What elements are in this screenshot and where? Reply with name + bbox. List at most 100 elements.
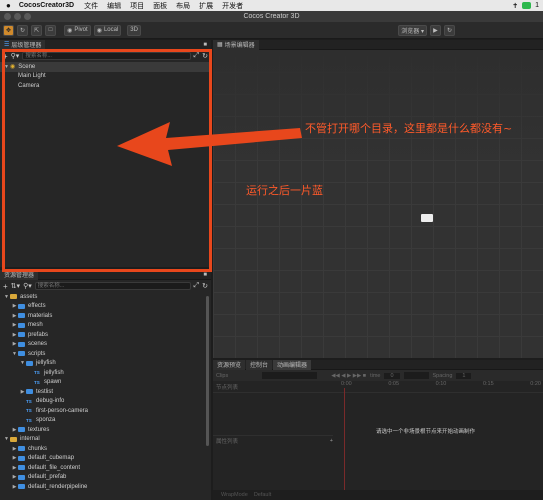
close-window-icon[interactable] xyxy=(4,13,11,20)
move-tool-button[interactable]: ✥ xyxy=(3,24,15,36)
asset-item[interactable]: ▼ assets xyxy=(0,292,211,302)
menu-developer[interactable]: 开发者 xyxy=(222,1,243,11)
expand-triangle-icon[interactable]: ▶ xyxy=(11,446,18,452)
asset-item[interactable]: ▶ default_cubemap xyxy=(0,454,211,464)
animation-toolbar: Clips ◀◀ ◀ ▶ ▶▶ ■ time 0 Spacing 1 xyxy=(213,370,543,381)
refresh-icon[interactable]: ↻ xyxy=(202,282,208,290)
typescript-icon: TS xyxy=(26,417,32,423)
folder-icon xyxy=(18,484,25,490)
preview-platform-select[interactable]: 浏览器 ▾ xyxy=(398,24,427,36)
menu-project[interactable]: 项目 xyxy=(130,1,144,11)
local-toggle[interactable]: ◉ Local xyxy=(93,24,122,36)
asset-item-label: jellyfish xyxy=(44,369,64,376)
asset-item[interactable]: ▶ default_prefab xyxy=(0,473,211,483)
zoom-window-icon[interactable] xyxy=(24,13,31,20)
asset-item[interactable]: ▶ testlist xyxy=(0,387,211,397)
expand-triangle-icon[interactable]: ▶ xyxy=(11,455,18,461)
time-input[interactable]: 0 xyxy=(384,372,400,379)
menu-layout[interactable]: 布局 xyxy=(176,1,190,11)
asset-item[interactable]: ▶ chunks xyxy=(0,444,211,454)
asset-item[interactable]: TS debug-info xyxy=(0,397,211,407)
play-button[interactable]: ▶ xyxy=(429,24,441,36)
scene-viewport[interactable] xyxy=(213,50,543,358)
panel-menu-icon[interactable]: ■ xyxy=(203,272,207,278)
tab-label: 动画编辑器 xyxy=(277,363,308,369)
sample-select[interactable] xyxy=(403,372,429,379)
ruler-tick: 0:00 xyxy=(341,381,352,387)
assets-scrollbar[interactable] xyxy=(206,296,209,446)
menu-extension[interactable]: 扩展 xyxy=(199,1,213,11)
asset-item[interactable]: ▶ textures xyxy=(0,425,211,435)
asset-item[interactable]: ▶ mesh xyxy=(0,321,211,331)
bluetooth-icon[interactable]: ✝ xyxy=(512,2,518,10)
rotate-tool-button[interactable]: ↻ xyxy=(17,24,29,36)
time-label: time xyxy=(370,372,381,379)
expand-triangle-icon[interactable]: ▶ xyxy=(11,427,18,433)
asset-item[interactable]: ▶ materials xyxy=(0,311,211,321)
add-asset-button[interactable]: + xyxy=(3,282,8,291)
collapse-triangle-icon[interactable]: ▼ xyxy=(3,436,10,442)
tab-asset-preview[interactable]: 资源预览 xyxy=(213,359,246,370)
asset-item[interactable]: ▼ scripts xyxy=(0,349,211,359)
animation-empty-message: 请选中一个非场景根节点来开始动画制作 xyxy=(376,429,476,435)
menu-panel[interactable]: 面板 xyxy=(153,1,167,11)
app-menu[interactable]: CocosCreator3D xyxy=(19,2,74,9)
expand-triangle-icon[interactable]: ▶ xyxy=(19,389,26,395)
expand-triangle-icon[interactable]: ▶ xyxy=(11,465,18,471)
anim-controls-icon[interactable]: ◀◀ ◀ ▶ ▶▶ ■ xyxy=(331,373,366,379)
asset-item[interactable]: TS sponza xyxy=(0,416,211,426)
wechat-icon[interactable] xyxy=(522,2,532,9)
tab-animation-editor[interactable]: 动画编辑器 xyxy=(273,359,312,370)
collapse-triangle-icon[interactable]: ▼ xyxy=(3,294,10,300)
ruler[interactable]: 0:00 0:05 0:10 0:15 0:20 xyxy=(341,381,541,387)
mode-3d-button[interactable]: 3D xyxy=(127,24,141,36)
refresh-button[interactable]: ↻ xyxy=(443,24,455,36)
asset-item[interactable]: TS spawn xyxy=(0,378,211,388)
asset-item[interactable]: ▶ prefabs xyxy=(0,330,211,340)
node-list-header: 节点列表 0:00 0:05 0:10 0:15 0:20 xyxy=(213,381,543,393)
tab-scene-editor[interactable]: ▦ 场景编辑器 xyxy=(213,39,259,50)
asset-item[interactable]: ▶ effects xyxy=(0,302,211,312)
tab-console[interactable]: 控制台 xyxy=(246,359,273,370)
minimize-window-icon[interactable] xyxy=(14,13,21,20)
clips-select[interactable] xyxy=(262,372,318,379)
panel-menu-icon[interactable]: ■ xyxy=(203,42,207,48)
menu-edit[interactable]: 编辑 xyxy=(107,1,121,11)
notification-badge[interactable]: 1 xyxy=(535,2,539,9)
assets-tree: ▼ assets ▶ effects ▶ materials ▶ mesh ▶ prefabs ▶ s… xyxy=(0,292,211,492)
expand-triangle-icon[interactable]: ▶ xyxy=(11,341,18,347)
sort-icon[interactable]: ⇅▾ xyxy=(11,282,20,290)
spacing-input[interactable]: 1 xyxy=(456,372,472,379)
camera-gizmo-icon[interactable] xyxy=(421,214,433,222)
search-icon[interactable]: ⚲▾ xyxy=(23,282,32,290)
typescript-icon: TS xyxy=(26,408,32,414)
asset-item[interactable]: ▶ default_renderpipeline xyxy=(0,482,211,492)
tab-hierarchy[interactable]: ☰ 层级管理器 xyxy=(0,39,46,50)
assets-search-input[interactable]: 搜索名称... xyxy=(34,282,191,290)
asset-item[interactable]: ▶ default_file_content xyxy=(0,463,211,473)
asset-item[interactable]: ▼ jellyfish xyxy=(0,359,211,369)
asset-item[interactable]: ▶ scenes xyxy=(0,340,211,350)
expand-triangle-icon[interactable]: ▶ xyxy=(11,484,18,490)
collapse-all-icon[interactable]: ⤢ xyxy=(194,282,200,290)
wrapmode-select[interactable]: Default xyxy=(254,492,271,498)
folder-icon xyxy=(18,446,25,452)
expand-triangle-icon[interactable]: ▶ xyxy=(11,303,18,309)
playhead-line[interactable] xyxy=(344,388,345,492)
scale-tool-button[interactable]: ⇱ xyxy=(31,24,43,36)
menu-file[interactable]: 文件 xyxy=(84,1,98,11)
pivot-toggle[interactable]: ◉ Pivot xyxy=(64,24,91,36)
rect-tool-button[interactable]: □ xyxy=(45,24,57,36)
asset-item[interactable]: TS first-person-camera xyxy=(0,406,211,416)
asset-item[interactable]: ▼ internal xyxy=(0,435,211,445)
apple-icon[interactable]: ● xyxy=(6,1,11,10)
expand-triangle-icon[interactable]: ▶ xyxy=(11,313,18,319)
add-property-button[interactable]: + xyxy=(330,438,333,444)
main-toolbar: ✥ ↻ ⇱ □ ◉ Pivot ◉ Local 3D 浏览器 ▾ ▶ ↻ xyxy=(0,22,543,39)
asset-item[interactable]: TS jellyfish xyxy=(0,368,211,378)
collapse-triangle-icon[interactable]: ▼ xyxy=(11,351,18,357)
expand-triangle-icon[interactable]: ▶ xyxy=(11,474,18,480)
expand-triangle-icon[interactable]: ▶ xyxy=(11,322,18,328)
expand-triangle-icon[interactable]: ▶ xyxy=(11,332,18,338)
collapse-triangle-icon[interactable]: ▼ xyxy=(19,360,26,366)
